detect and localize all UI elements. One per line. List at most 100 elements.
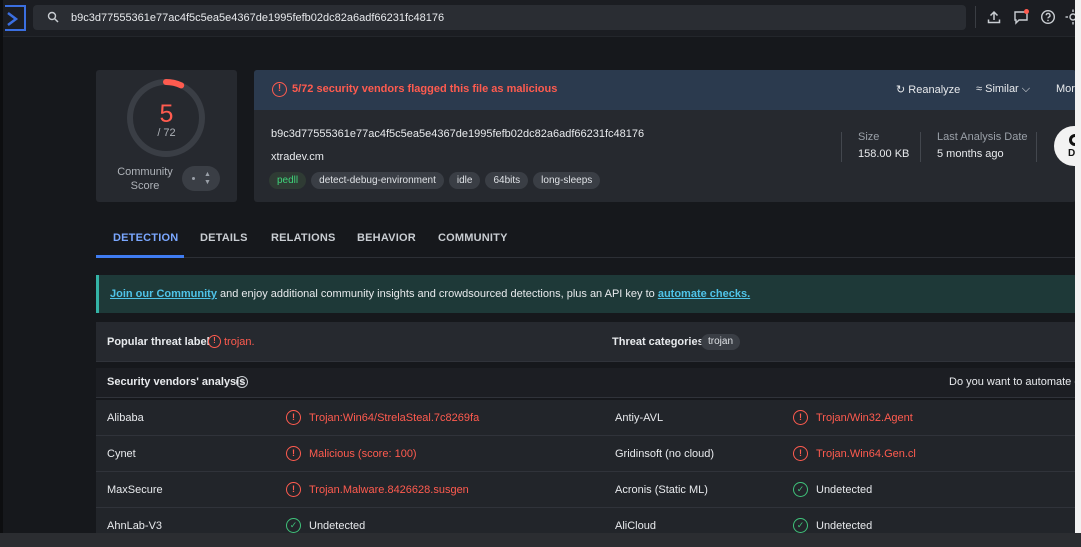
malicious-icon: ! xyxy=(793,410,808,425)
community-label-line-1: Community xyxy=(117,166,173,178)
banner-text: Join our Community and enjoy additional … xyxy=(110,288,750,300)
tag[interactable]: 64bits xyxy=(485,172,529,189)
detection-count: 5 xyxy=(159,100,174,128)
upload-icon[interactable] xyxy=(986,9,1002,25)
warning-icon: ! xyxy=(272,82,287,97)
virustotal-window: 5 / 72 Community Score ▲▼ ! 5/72 securit… xyxy=(0,0,1081,547)
left-edge xyxy=(0,0,3,547)
file-type-badge: DL xyxy=(1054,126,1076,166)
file-info-card: ! 5/72 security vendors flagged this fil… xyxy=(254,70,1076,202)
tab-details[interactable]: DETAILS xyxy=(200,232,248,244)
vendor-name: AliCloud xyxy=(615,520,656,532)
vendor-name: Gridinsoft (no cloud) xyxy=(615,448,715,460)
search-icon xyxy=(47,11,59,23)
table-row: Alibaba ! Trojan:Win64/StrelaSteal.7c826… xyxy=(96,400,1076,436)
file-hash[interactable]: b9c3d77555361e77ac4f5c5ea5e4367de1995fef… xyxy=(271,128,644,140)
detection-header: ! 5/72 security vendors flagged this fil… xyxy=(254,70,1076,110)
help-icon[interactable] xyxy=(1040,9,1056,25)
vendor-results-table: Alibaba ! Trojan:Win64/StrelaSteal.7c826… xyxy=(96,400,1076,533)
meta-divider xyxy=(841,132,842,162)
undetected-check-icon: ✓ xyxy=(286,518,301,533)
search-input[interactable] xyxy=(71,5,951,30)
vendors-title: Security vendors' analysis xyxy=(107,376,246,388)
vendor-result: Malicious (score: 100) xyxy=(309,448,417,460)
notifications-icon[interactable] xyxy=(1013,9,1029,25)
malicious-icon: ! xyxy=(286,482,301,497)
vendors-header: Security vendors' analysis i Do you want… xyxy=(96,368,1081,398)
vendor-result: Trojan.Malware.8426628.susgen xyxy=(309,484,469,496)
detection-score-card: 5 / 72 Community Score ▲ ▼ xyxy=(96,70,237,202)
automate-prompt: Do you want to automate ch xyxy=(949,376,1081,388)
join-community-link[interactable]: Join our Community xyxy=(110,288,217,300)
meta-divider xyxy=(920,132,921,162)
tag[interactable]: detect-debug-environment xyxy=(311,172,444,189)
vendor-result: Trojan.Win64.Gen.cl xyxy=(816,448,916,460)
vote-dot xyxy=(192,177,195,180)
top-bar xyxy=(3,0,1081,37)
reanalyze-label: Reanalyze xyxy=(908,84,961,96)
size-label: Size xyxy=(858,131,880,143)
community-vote-toggle[interactable]: ▲ ▼ xyxy=(182,166,220,191)
toolbar-divider xyxy=(975,6,976,28)
table-row: MaxSecure ! Trojan.Malware.8426628.susge… xyxy=(96,472,1076,508)
reanalyze-button[interactable]: ↻ Reanalyze xyxy=(896,83,960,96)
more-button[interactable]: More xyxy=(1056,83,1076,95)
bottom-bar xyxy=(0,533,1081,547)
tab-bar: DETECTION DETAILS RELATIONS BEHAVIOR COM… xyxy=(96,222,1076,258)
tab-relations[interactable]: RELATIONS xyxy=(271,232,336,244)
warning-icon: ! xyxy=(208,335,221,348)
last-analysis-value: 5 months ago xyxy=(937,148,1004,160)
right-edge xyxy=(1075,0,1081,547)
vendor-name: Alibaba xyxy=(107,412,144,424)
vendor-name: AhnLab-V3 xyxy=(107,520,163,532)
popular-threat-value: trojan. xyxy=(224,336,255,348)
table-row: AhnLab-V3 ✓ Undetected AliCloud ✓ Undete… xyxy=(96,508,1076,533)
community-banner: Join our Community and enjoy additional … xyxy=(96,275,1076,313)
malicious-icon: ! xyxy=(286,410,301,425)
vendor-name: Acronis (Static ML) xyxy=(615,484,708,496)
vote-arrows-icon: ▲ ▼ xyxy=(204,171,211,186)
similar-label: Similar xyxy=(985,83,1019,95)
vendor-total: / 72 xyxy=(157,127,176,139)
tag[interactable]: pedll xyxy=(269,172,307,189)
tag[interactable]: idle xyxy=(448,172,481,189)
vendor-name: Cynet xyxy=(107,448,136,460)
similar-icon: ≈ xyxy=(976,83,983,95)
vendor-result: Undetected xyxy=(816,520,873,532)
file-name: xtradev.cm xyxy=(271,151,324,163)
community-label-line-2: Score xyxy=(130,180,160,192)
popular-threat-label: Popular threat label xyxy=(107,336,210,348)
active-tab-indicator xyxy=(96,255,184,258)
threat-summary: Popular threat label ! trojan. Threat ca… xyxy=(96,322,1076,362)
threat-categories-label: Threat categories xyxy=(612,336,704,348)
threat-category-pill[interactable]: trojan xyxy=(701,334,741,350)
vendor-result: Undetected xyxy=(816,484,873,496)
banner-middle-text: and enjoy additional community insights … xyxy=(216,288,658,300)
vendor-name: MaxSecure xyxy=(107,484,163,496)
meta-divider xyxy=(1036,132,1037,162)
tab-community[interactable]: COMMUNITY xyxy=(438,232,508,244)
automate-checks-link[interactable]: automate checks. xyxy=(658,288,750,300)
similar-dropdown[interactable]: ≈ Similar ⌵ xyxy=(976,83,1030,96)
tab-detection[interactable]: DETECTION xyxy=(113,232,178,244)
undetected-check-icon: ✓ xyxy=(793,518,808,533)
malicious-flag-text: 5/72 security vendors flagged this file … xyxy=(292,83,558,95)
tab-behavior[interactable]: BEHAVIOR xyxy=(357,232,416,244)
tag[interactable]: long-sleeps xyxy=(533,172,601,189)
last-analysis-label: Last Analysis Date xyxy=(937,131,1028,143)
chevron-down-icon: ⌵ xyxy=(1021,83,1031,95)
table-row: Cynet ! Malicious (score: 100) Gridinsof… xyxy=(96,436,1076,472)
vendor-name: Antiy-AVL xyxy=(615,412,664,424)
vendor-result: Undetected xyxy=(309,520,366,532)
undetected-check-icon: ✓ xyxy=(793,482,808,497)
size-value: 158.00 KB xyxy=(858,148,910,160)
vendor-result: Trojan/Win32.Agent xyxy=(816,412,913,424)
reanalyze-icon: ↻ xyxy=(896,84,906,96)
virustotal-logo-icon[interactable] xyxy=(5,5,26,31)
tag-list: pedll detect-debug-environment idle 64bi… xyxy=(269,172,601,189)
vendor-result: Trojan:Win64/StrelaSteal.7c8269fa xyxy=(309,412,480,424)
malicious-icon: ! xyxy=(793,446,808,461)
malicious-icon: ! xyxy=(286,446,301,461)
info-icon[interactable]: i xyxy=(236,376,248,388)
community-score-label: Community Score xyxy=(110,165,180,193)
